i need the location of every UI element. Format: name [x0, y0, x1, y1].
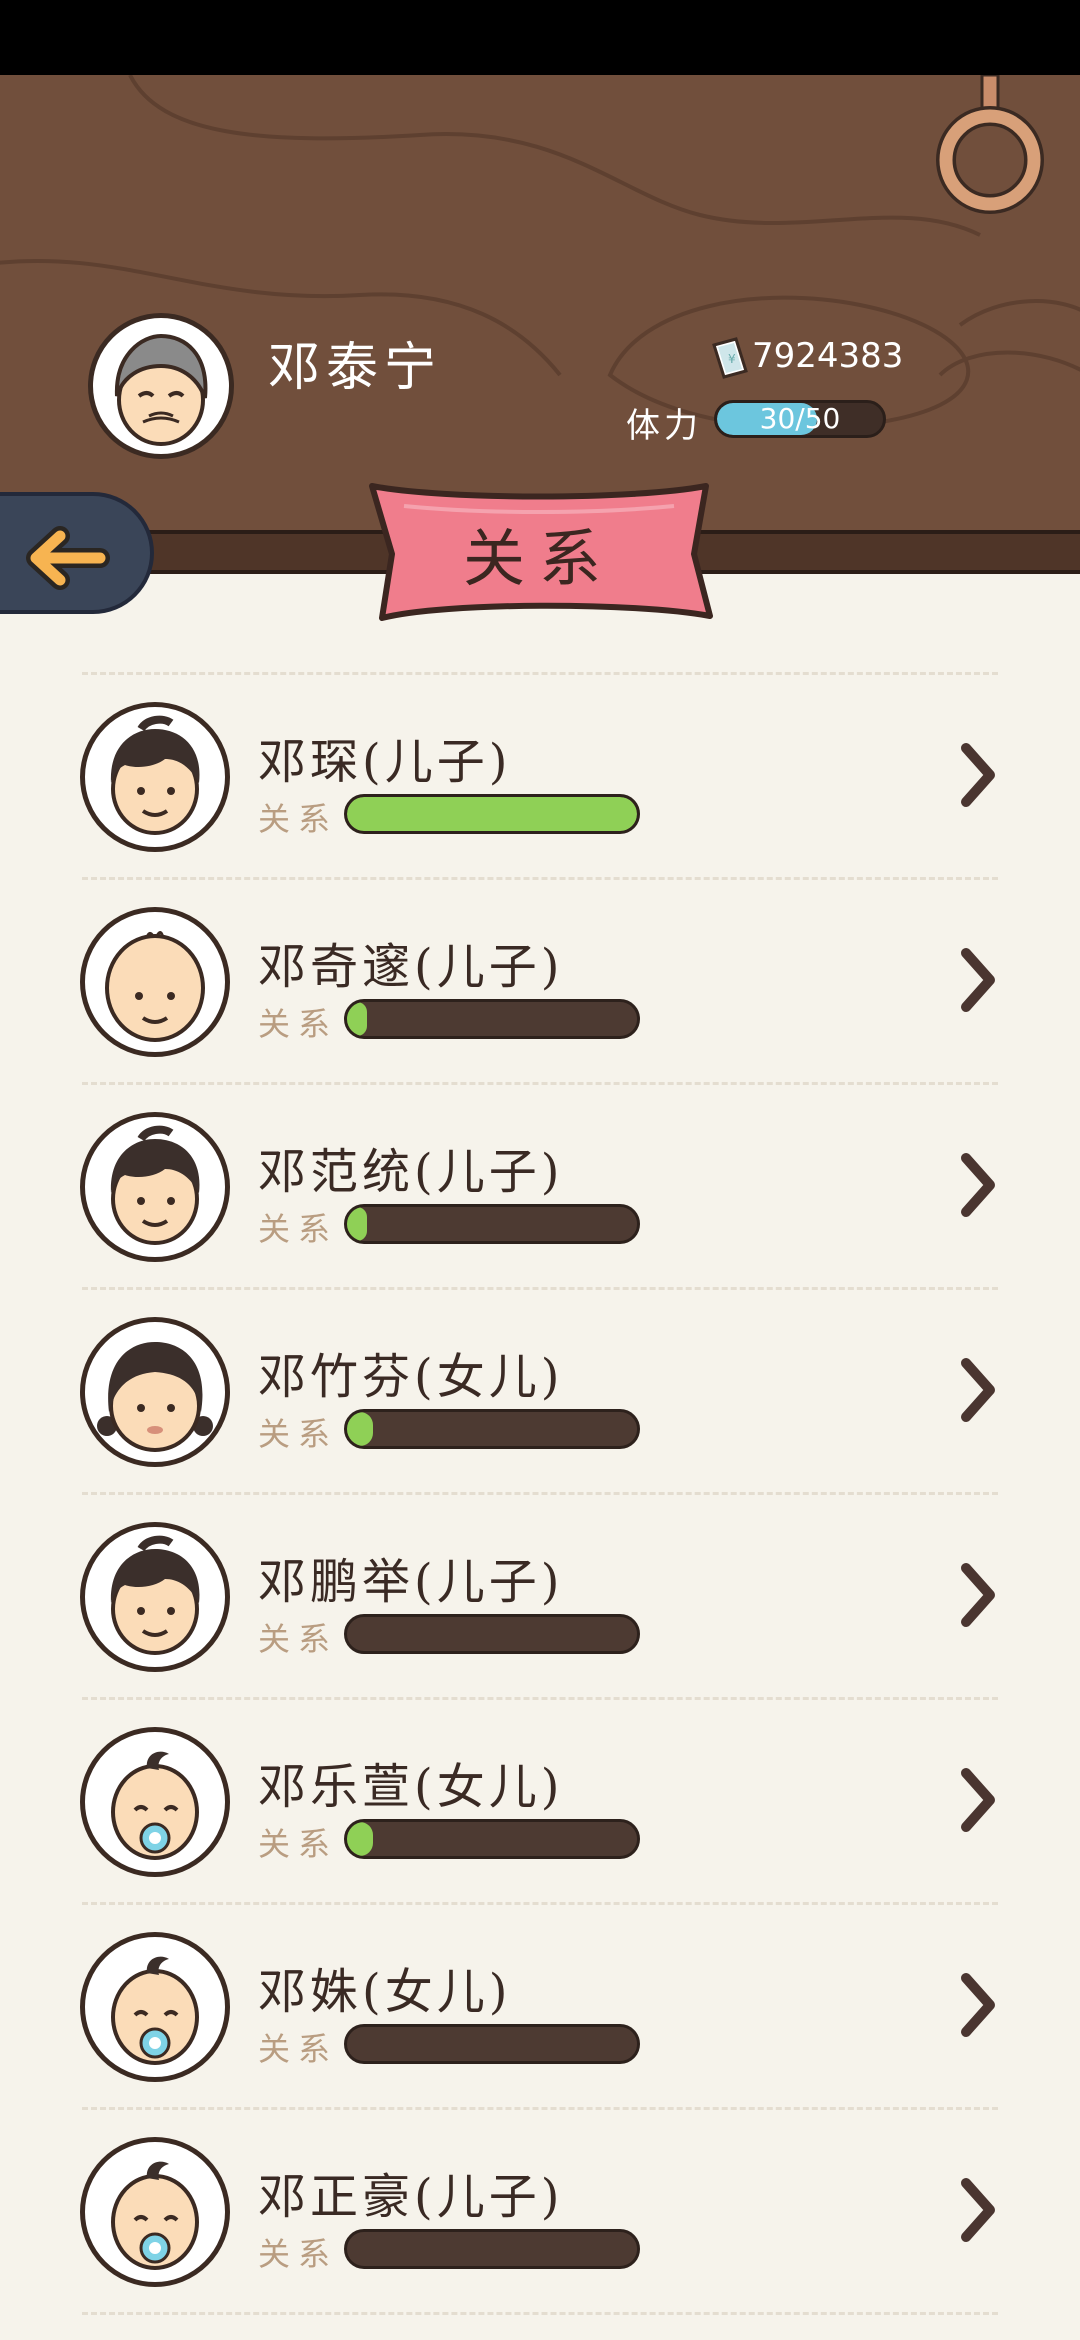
chevron-right-icon: [961, 1563, 995, 1627]
page-title: 关系: [462, 522, 615, 595]
chevron-right-icon: [961, 1153, 995, 1217]
relation-row[interactable]: 邓姝(女儿) 关系: [0, 1902, 1080, 2107]
relation-bar-fill: [347, 1207, 368, 1241]
child-avatar: [80, 1112, 230, 1262]
chevron-right-icon: [961, 1973, 995, 2037]
boy-hair-face-icon: [110, 715, 200, 835]
relation-bar: [344, 1819, 640, 1859]
relation-label: 关系: [258, 2030, 339, 2068]
child-avatar: [80, 1932, 230, 2082]
relation-row[interactable]: 邓竹芬(女儿) 关系: [0, 1287, 1080, 1492]
stamina-value: 30/50: [759, 402, 841, 435]
relation-bar: [344, 2024, 640, 2064]
chevron-right-icon: [961, 2178, 995, 2242]
boy-hair-face-icon: [110, 1125, 200, 1245]
relation-row[interactable]: 邓鹏举(儿子) 关系: [0, 1492, 1080, 1697]
relation-label: 关系: [258, 1415, 339, 1453]
child-avatar: [80, 2137, 230, 2287]
child-name: 邓正豪(儿子): [258, 2169, 564, 2225]
bald-face-icon: [105, 931, 205, 1042]
relation-label: 关系: [258, 1620, 339, 1658]
back-button[interactable]: [0, 492, 154, 614]
stamina-bar: 30/50: [714, 400, 886, 438]
relation-bar-fill: [347, 1002, 368, 1036]
row-divider: [82, 2312, 998, 2315]
wood-grain-decoration: [0, 75, 1080, 430]
chevron-right-icon: [961, 1358, 995, 1422]
relation-bar-fill: [347, 1412, 374, 1446]
child-name: 邓竹芬(女儿): [258, 1349, 564, 1405]
child-avatar: [80, 907, 230, 1057]
relation-label: 关系: [258, 2235, 339, 2273]
status-bar: [0, 0, 1080, 75]
relation-row[interactable]: 邓范统(儿子) 关系: [0, 1082, 1080, 1287]
relation-bar: [344, 1409, 640, 1449]
child-name: 邓范统(儿子): [258, 1144, 564, 1200]
child-name: 邓琛(儿子): [258, 734, 512, 790]
child-avatar: [80, 702, 230, 852]
relation-bar: [344, 794, 640, 834]
hanging-ring-icon: [936, 75, 1044, 214]
child-name: 邓鹏举(儿子): [258, 1554, 564, 1610]
baby-face-icon: [111, 1751, 199, 1860]
child-avatar: [80, 1317, 230, 1467]
player-name: 邓泰宁: [268, 338, 443, 398]
child-avatar: [80, 1522, 230, 1672]
relation-bar: [344, 1614, 640, 1654]
relation-row[interactable]: 邓正豪(儿子) 关系: [0, 2107, 1080, 2312]
relation-bar: [344, 2229, 640, 2269]
banknote-icon: ¥: [712, 337, 748, 379]
svg-text:¥: ¥: [728, 352, 736, 366]
relation-bar-fill: [347, 1822, 374, 1856]
relation-bar-fill: [347, 797, 637, 831]
relation-row[interactable]: 邓琛(儿子) 关系: [0, 672, 1080, 877]
relation-label: 关系: [258, 1825, 339, 1863]
girl-face-icon: [97, 1342, 213, 1452]
baby-face-icon: [111, 2161, 199, 2270]
stamina-label: 体力: [626, 406, 702, 446]
chevron-right-icon: [961, 1768, 995, 1832]
child-name: 邓乐萱(女儿): [258, 1759, 564, 1815]
elder-face-icon: [114, 333, 208, 446]
relation-label: 关系: [258, 1005, 339, 1043]
relation-label: 关系: [258, 800, 339, 838]
child-avatar: [80, 1727, 230, 1877]
relation-label: 关系: [258, 1210, 339, 1248]
wood-header-panel: [0, 75, 1080, 545]
child-name: 邓奇邃(儿子): [258, 939, 564, 995]
child-name: 邓姝(女儿): [258, 1964, 512, 2020]
player-avatar[interactable]: [88, 313, 234, 459]
money-amount: 7924383: [752, 336, 904, 376]
baby-face-icon: [111, 1956, 199, 2065]
back-arrow-icon: [26, 526, 110, 590]
relation-bar: [344, 1204, 640, 1244]
relation-bar: [344, 999, 640, 1039]
chevron-right-icon: [961, 948, 995, 1012]
boy-hair-face-icon: [110, 1535, 200, 1655]
chevron-right-icon: [961, 743, 995, 807]
relation-row[interactable]: 邓奇邃(儿子) 关系: [0, 877, 1080, 1082]
relation-row[interactable]: 邓乐萱(女儿) 关系: [0, 1697, 1080, 1902]
